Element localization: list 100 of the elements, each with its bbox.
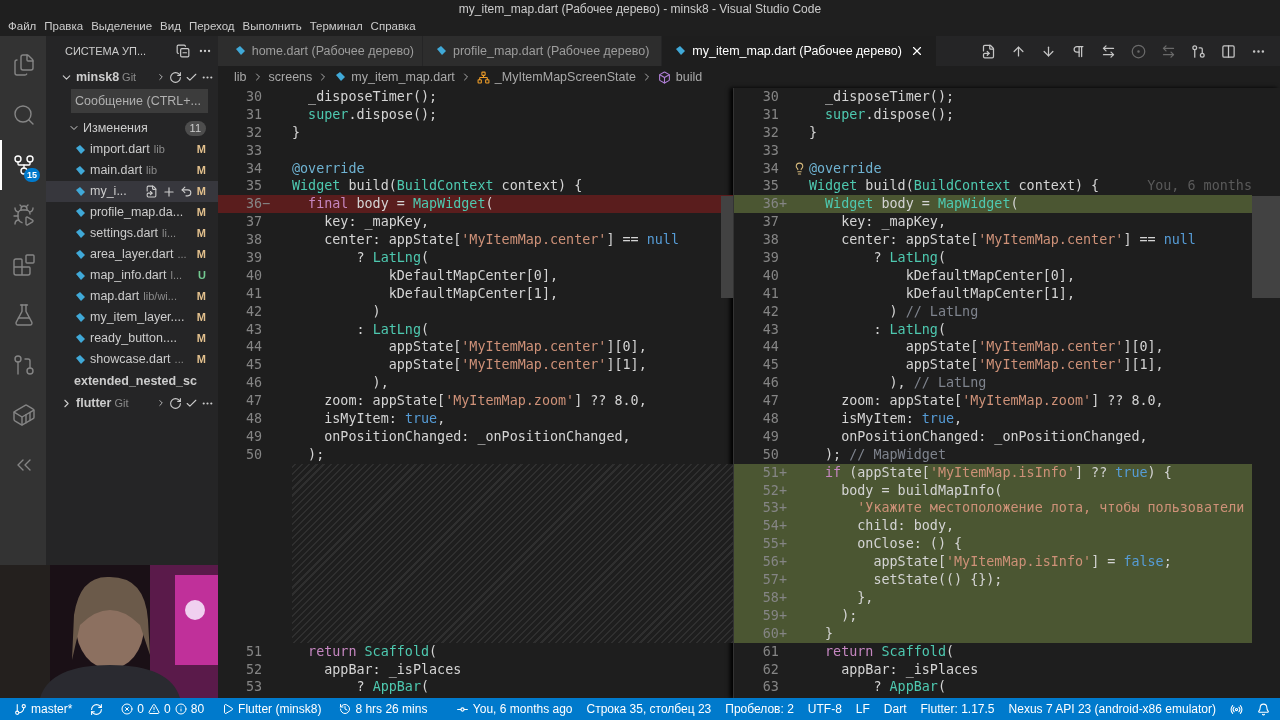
repo-name[interactable]: minsk8: [76, 67, 120, 87]
file-name: showcase.dart: [90, 351, 171, 369]
code-text: ) // LatLng: [888, 302, 979, 321]
diff-sign: +: [778, 625, 787, 641]
changed-file-item[interactable]: my_i... M: [46, 181, 218, 202]
changed-file-item[interactable]: my_item_layer.... M: [46, 307, 218, 328]
menu-item[interactable]: Переход: [184, 17, 239, 36]
circle-dot-icon[interactable]: [1131, 43, 1146, 59]
repo-name[interactable]: flutter: [76, 393, 112, 413]
changed-file-item[interactable]: profile_map.da... M: [46, 202, 218, 223]
menu-item[interactable]: Правка: [40, 17, 88, 36]
changed-file-item[interactable]: map.dart lib/wi... M: [46, 286, 218, 307]
line-number: 46: [761, 374, 779, 393]
status-item[interactable]: Строка 35, столбец 23: [580, 698, 718, 720]
git-graph-icon[interactable]: [1191, 43, 1206, 59]
refresh-icon[interactable]: [169, 70, 182, 84]
run-button[interactable]: Flutter (minsk8): [216, 698, 328, 720]
git-graph-icon: [12, 353, 36, 377]
branch-button[interactable]: master*: [8, 698, 79, 720]
stage-icon[interactable]: [161, 184, 176, 199]
breadcrumb-item[interactable]: _MyItemMapScreenState: [494, 67, 636, 87]
line-number: 51: [761, 463, 779, 482]
timer-button[interactable]: 8 hrs 26 mins: [333, 698, 434, 720]
breadcrumb-item[interactable]: lib: [234, 67, 247, 87]
problems-button[interactable]: 0 0 80: [115, 698, 211, 720]
line-number: 31: [244, 105, 262, 124]
code-text: kDefaultMapCenter[0],: [904, 266, 1075, 285]
code-text: },: [856, 588, 874, 607]
line-number: 45: [244, 356, 262, 375]
line-number: 37: [244, 213, 262, 232]
sync-icon: [90, 702, 104, 716]
count-badge: 11: [184, 120, 206, 136]
changed-file-item[interactable]: area_layer.dart ... M: [46, 244, 218, 265]
line-number: 47: [761, 392, 779, 411]
chevron-right-icon[interactable]: [156, 398, 166, 408]
changed-file-item[interactable]: showcase.dart ... M: [46, 349, 218, 370]
changed-file-item[interactable]: settings.dart li... M: [46, 223, 218, 244]
status-item[interactable]: Dart: [877, 698, 913, 720]
changed-file-item[interactable]: map_info.dart l... U: [46, 265, 218, 286]
menu-item[interactable]: Терминал: [305, 17, 367, 36]
diff-sign: +: [778, 482, 787, 498]
editor-tab[interactable]: my_item_map.dart (Рабочее дерево): [662, 36, 937, 66]
split-editor-icon[interactable]: [1221, 43, 1236, 59]
error-icon: [121, 703, 134, 715]
status-item[interactable]: Nexus 7 API 23 (android-x86 emulator): [1002, 698, 1222, 720]
line-number: 49: [244, 427, 262, 446]
diff-sign: +: [778, 518, 787, 534]
open-file-icon[interactable]: [981, 43, 996, 59]
line-number: 46: [244, 374, 262, 393]
commit-message-field[interactable]: Сообщение (CTRL+...: [71, 89, 208, 113]
chevron-right-icon[interactable]: [156, 72, 166, 82]
file-path: lib/wi...: [143, 289, 177, 305]
blame-button[interactable]: You, 6 months ago: [449, 698, 579, 720]
info-icon: [174, 703, 187, 715]
editor-tab[interactable]: home.dart (Рабочее дерево): [218, 36, 423, 66]
diff-sign: +: [778, 464, 787, 480]
scrollbar-thumb[interactable]: [720, 196, 733, 298]
menu-item[interactable]: Выполнить: [238, 17, 306, 36]
code-text: onPositionChanged: _onPositionChanged,: [323, 427, 631, 446]
dart-file-icon: [74, 269, 86, 282]
changed-file-item[interactable]: main.dart lib M: [46, 160, 218, 181]
breadcrumb-item[interactable]: build: [675, 67, 703, 87]
search-icon: [12, 103, 36, 127]
editor-tab[interactable]: profile_map.dart (Рабочее дерево): [423, 36, 663, 66]
breadcrumb-item[interactable]: screens: [268, 67, 313, 87]
line-number: 49: [761, 427, 779, 446]
menu-item[interactable]: Выделение: [87, 17, 157, 36]
file-status: M: [196, 289, 206, 305]
refresh-icon[interactable]: [169, 396, 182, 410]
line-number: 39: [761, 249, 779, 267]
changed-file-item[interactable]: import.dart lib M: [46, 139, 218, 160]
file-status: M: [196, 352, 206, 368]
code-text: onPositionChanged: _onPositionChanged,: [840, 427, 1148, 446]
code-text: appState['MyItemMap.center'][0],: [904, 338, 1164, 357]
pilcrow-icon[interactable]: [1071, 43, 1086, 59]
menu-item[interactable]: Вид: [156, 17, 185, 36]
discard-icon[interactable]: [179, 185, 193, 198]
menu-item[interactable]: Файл: [4, 17, 41, 36]
menu-item[interactable]: Справка: [366, 17, 420, 36]
status-item[interactable]: Пробелов: 2: [719, 698, 800, 720]
line-number: 35: [244, 177, 262, 196]
status-item[interactable]: LF: [849, 698, 876, 720]
arrows-icon[interactable]: [1101, 43, 1116, 59]
changed-file-item[interactable]: ready_button.... M: [46, 328, 218, 349]
repo-provider: Git: [122, 69, 137, 85]
line-number: 51: [244, 642, 262, 661]
collapse-icon[interactable]: [176, 44, 190, 58]
code-text: Widget body = MapWidget(: [824, 195, 1019, 214]
status-item[interactable]: UTF-8: [801, 698, 848, 720]
open-file-icon[interactable]: [144, 185, 158, 198]
changes-label[interactable]: Изменения: [83, 118, 182, 138]
status-item[interactable]: Flutter: 1.17.5: [914, 698, 1001, 720]
breadcrumb-item[interactable]: my_item_map.dart: [351, 67, 455, 87]
code-text: : LatLng(: [355, 320, 430, 339]
code-text: ),: [371, 374, 389, 393]
scrollbar-thumb[interactable]: [1252, 196, 1280, 298]
dart-file-icon: [233, 45, 246, 57]
arrow-down-icon[interactable]: [1041, 43, 1056, 59]
file-name: settings.dart: [90, 225, 159, 243]
file-name: map.dart: [90, 288, 140, 306]
